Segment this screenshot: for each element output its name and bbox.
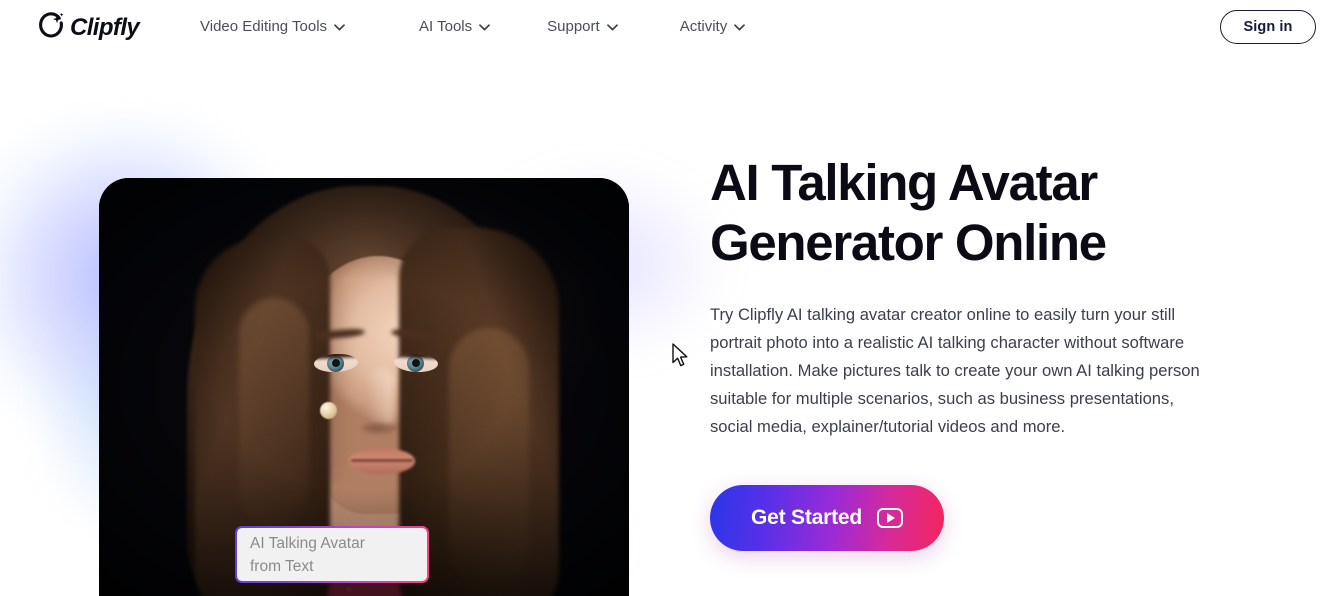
play-video-icon — [877, 508, 903, 528]
get-started-button[interactable]: Get Started — [710, 485, 944, 551]
brand-logo-link[interactable]: Clipfly — [38, 12, 140, 43]
chevron-down-icon — [734, 24, 746, 31]
chevron-down-icon — [479, 24, 490, 31]
brand-name: Clipfly — [70, 13, 140, 41]
hero-copy-column: AI Talking Avatar Generator Online Try C… — [710, 153, 1230, 551]
headline-line-1: AI Talking Avatar — [710, 154, 1098, 211]
caption-line-2: from Text — [250, 557, 314, 575]
hero-section: AI Talking Avatar from Text AI Talking A… — [0, 53, 1338, 596]
nav-item-ai-tools[interactable]: AI Tools — [419, 0, 490, 53]
main-navigation: Video Editing Tools AI Tools Support Act… — [200, 0, 746, 53]
avatar-video-preview[interactable]: AI Talking Avatar from Text — [99, 178, 629, 596]
chevron-down-icon — [606, 24, 618, 31]
nav-item-activity[interactable]: Activity — [680, 0, 746, 53]
caption-line-1: AI Talking Avatar — [250, 534, 365, 552]
nav-item-support[interactable]: Support — [547, 0, 618, 53]
nav-label: Activity — [679, 18, 728, 35]
hero-description: Try Clipfly AI talking avatar creator on… — [710, 305, 1200, 436]
sign-in-button[interactable]: Sign in — [1220, 10, 1316, 44]
site-header: Clipfly Video Editing Tools AI Tools Sup… — [0, 0, 1338, 53]
nav-label: AI Tools — [419, 18, 473, 35]
chevron-down-icon — [334, 24, 345, 31]
headline-line-2: Generator Online — [710, 214, 1107, 271]
get-started-label: Get Started — [751, 506, 862, 529]
clipfly-sparkle-c-icon — [38, 12, 64, 43]
nav-label: Support — [547, 18, 600, 35]
page-title: AI Talking Avatar Generator Online — [710, 153, 1230, 273]
nav-label: Video Editing Tools — [200, 18, 328, 35]
nav-item-video-editing-tools[interactable]: Video Editing Tools — [200, 0, 345, 53]
video-caption-chip[interactable]: AI Talking Avatar from Text — [235, 526, 429, 583]
